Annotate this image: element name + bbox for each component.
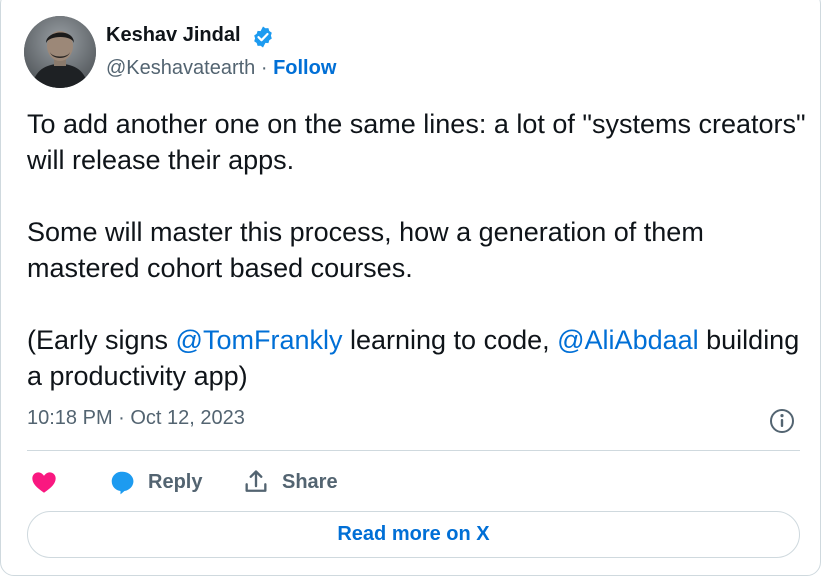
reply-label: Reply	[148, 470, 203, 493]
like-button[interactable]	[30, 464, 58, 500]
reply-button[interactable]: Reply	[108, 464, 202, 500]
tweet-paragraph-3: (Early signs @TomFrankly learning to cod…	[27, 322, 807, 394]
divider	[27, 450, 800, 451]
paragraph-3-prefix: (Early signs	[27, 325, 176, 355]
verified-badge-icon	[254, 26, 272, 48]
speech-bubble-icon	[111, 471, 134, 495]
follow-button[interactable]: Follow	[273, 57, 336, 79]
handle-row: @Keshavatearth · Follow	[106, 57, 336, 80]
tweet-paragraph-1: To add another one on the same lines: a …	[27, 109, 806, 175]
tweet-timestamp[interactable]: 10:18 PM · Oct 12, 2023	[27, 407, 245, 430]
share-button[interactable]: Share	[242, 464, 338, 500]
tweet-text: To add another one on the same lines: a …	[27, 106, 807, 394]
mention-tomfrankly-link[interactable]: @TomFrankly	[176, 325, 343, 355]
share-label: Share	[282, 470, 338, 493]
mention-aliabdaal-link[interactable]: @AliAbdaal	[557, 325, 699, 355]
read-more-label: Read more on X	[337, 523, 490, 545]
profile-photo-icon	[24, 16, 96, 88]
tweet-paragraph-2: Some will master this process, how a gen…	[27, 217, 704, 283]
read-more-button[interactable]: Read more on X	[27, 511, 800, 558]
author-handle[interactable]: @Keshavatearth	[106, 57, 255, 79]
handle-separator: ·	[255, 57, 274, 79]
avatar[interactable]	[24, 16, 96, 88]
paragraph-3-middle: learning to code,	[342, 325, 558, 355]
author-name[interactable]: Keshav Jindal	[106, 24, 241, 47]
info-icon[interactable]	[768, 407, 796, 435]
heart-icon	[32, 472, 56, 493]
share-upload-icon	[245, 470, 267, 492]
